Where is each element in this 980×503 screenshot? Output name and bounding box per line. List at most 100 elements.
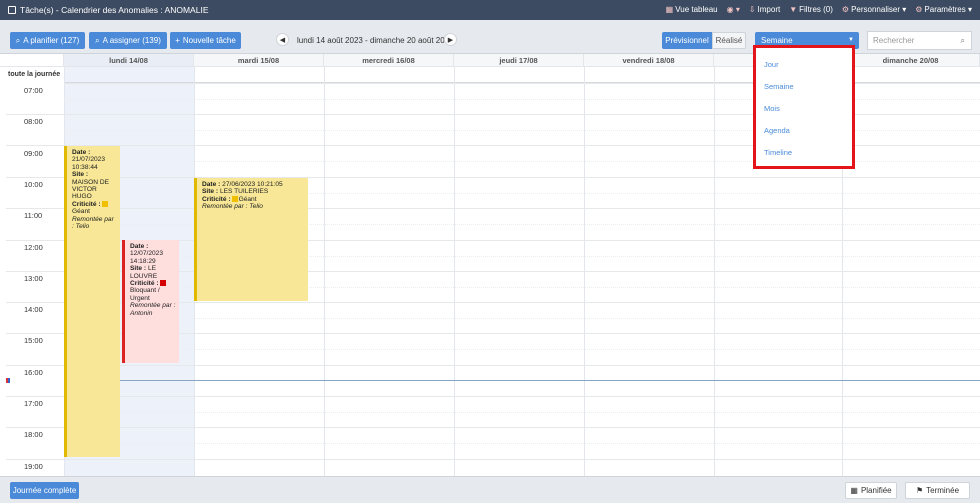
grid-line [6,333,64,334]
plus-icon: + [175,36,180,45]
day-header[interactable]: vendredi 18/08 [584,54,714,67]
settings-icon: ⚙ [915,5,923,14]
import-icon: ⇩ [748,5,756,14]
hour-label: 19:00 [24,462,43,471]
current-time-line [64,380,980,381]
event-reporter: Remontée par : Telio [202,203,263,211]
event-criticity-label: Criticité : [202,195,231,203]
grid-line [6,271,64,272]
prev-week-button[interactable]: ◀ [276,33,289,46]
day-header[interactable]: jeudi 17/08 [454,54,584,67]
table-view-button[interactable]: ▦ Vue tableau [666,5,718,14]
page-title-wrap: Tâche(s) - Calendrier des Anomalies : AN… [8,5,209,15]
import-button[interactable]: ⇩ Import [749,5,780,14]
hour-label: 14:00 [24,305,43,314]
event-criticity: Géant [72,208,90,216]
calendar-icon: ▦ [850,486,858,495]
event-date: 21/07/2023 10:38:44 [72,156,106,171]
grid-line [64,412,980,413]
done-toggle[interactable]: Réalisé [712,32,746,49]
full-day-button[interactable]: Journée complète [10,482,79,499]
day-header[interactable]: lundi 14/08 [64,54,194,67]
hour-label: 16:00 [24,368,43,377]
event-card[interactable]: Date : 21/07/2023 10:38:44 Site : MAISON… [64,146,120,457]
filter-icon: ▼ [789,5,798,14]
day-header[interactable]: mercredi 16/08 [324,54,454,67]
customize-button[interactable]: ⚙ Personnaliser ▾ [842,5,906,14]
flag-icon: ⚑ [915,486,924,495]
settings-button[interactable]: ⚙ Paramètres ▾ [915,5,972,14]
planned-button[interactable]: ▦ Planifiée [845,482,897,499]
new-task-button[interactable]: + Nouvelle tâche [170,32,241,49]
chevron-right-icon: ▶ [447,36,454,44]
grid-line [64,349,980,350]
grid-line [6,302,64,303]
done-button[interactable]: ⚑ Terminée [905,482,970,499]
view-dropdown: Jour Semaine Mois Agenda Timeline [753,45,855,169]
table-icon: ▦ [665,5,674,14]
event-site-label: Site : [130,265,147,273]
hour-label: 09:00 [24,149,43,158]
grid-line [64,443,980,444]
page-title: Tâche(s) - Calendrier des Anomalies : AN… [20,5,209,15]
grid-line [64,459,980,460]
search-input[interactable]: Rechercher ⌕ [867,31,972,50]
top-bar: Tâche(s) - Calendrier des Anomalies : AN… [0,0,980,20]
criticity-yellow-icon [101,200,108,207]
all-day-label: toute la journée [8,71,61,78]
hour-label: 11:00 [24,211,43,220]
hour-label: 15:00 [24,336,43,345]
grid-line [6,459,64,460]
to-plan-button[interactable]: ⌕ A planifier (127) [10,32,85,49]
event-card[interactable]: Date : 12/07/2023 14:18:29 Site : LE LOU… [122,240,179,363]
forecast-toggle[interactable]: Prévisionnel [662,32,712,49]
eye-icon: ◉ ▾ [726,5,740,14]
bottom-bar: Journée complète ▦ Planifiée ⚑ Terminée [0,476,980,503]
grid-line [6,396,64,397]
event-criticity-label: Criticité : [130,280,159,288]
hour-label: 13:00 [24,274,43,283]
chevron-down-icon: ▼ [848,37,854,43]
event-reporter: Remontée par : Antonin [130,302,176,317]
filters-button[interactable]: ▼ Filtres (0) [789,5,833,14]
grid-line [6,365,64,366]
hour-label: 12:00 [24,243,43,252]
grid-line [64,365,980,366]
event-site-label: Site : [202,188,219,196]
view-option-week[interactable]: Semaine [764,82,794,91]
grid-line [6,177,64,178]
hour-label: 10:00 [24,180,43,189]
grid-line [64,302,980,303]
view-option-month[interactable]: Mois [764,104,780,113]
event-site: MAISON DE VICTOR HUGO [72,178,110,201]
day-header[interactable]: mardi 15/08 [194,54,324,67]
chevron-left-icon: ◀ [279,36,286,44]
view-option-day[interactable]: Jour [764,60,779,69]
day-header[interactable]: dimanche 20/08 [842,54,980,67]
grid-line [6,427,64,428]
event-date: 12/07/2023 14:18:29 [130,250,164,265]
event-site: LES TUILERIES [219,188,269,196]
date-range: lundi 14 août 2023 - dimanche 20 août 20… [297,36,454,45]
view-option-timeline[interactable]: Timeline [764,148,792,157]
grid-line [64,396,980,397]
top-menu: ▦ Vue tableau ◉ ▾ ⇩ Import ▼ Filtres (0) ⚙ P… [666,5,972,14]
visibility-button[interactable]: ◉ ▾ [727,5,740,14]
event-card[interactable]: Date : 27/06/2023 10:21:05 Site : LES TU… [194,178,308,301]
event-criticity: Géant [238,195,257,203]
search-icon: ⌕ [95,35,100,45]
next-week-button[interactable]: ▶ [444,33,457,46]
view-option-agenda[interactable]: Agenda [764,126,790,135]
criticity-red-icon [159,280,166,287]
event-site-label: Site : [72,171,89,179]
grid-line [64,318,980,319]
grid-line [64,427,980,428]
event-criticity-label: Criticité : [72,200,101,208]
customize-icon: ⚙ [841,5,850,14]
to-assign-button[interactable]: ⌕ A assigner (139) [89,32,167,49]
grid-line [6,114,64,115]
event-date: 27/06/2023 10:21:05 [222,181,283,188]
calendar-icon [8,6,16,14]
time-col-head [0,54,64,67]
event-date-label: Date : [72,149,91,156]
